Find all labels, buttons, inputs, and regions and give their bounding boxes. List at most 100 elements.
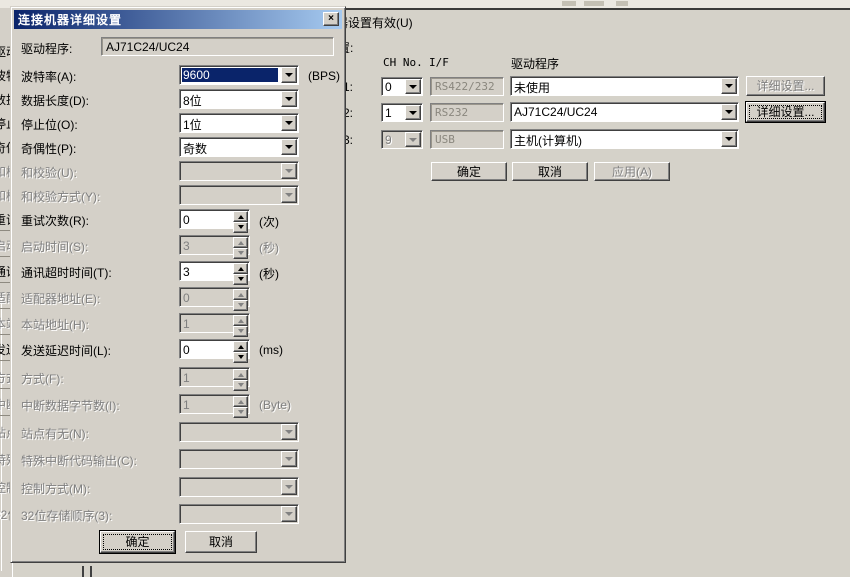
chevron-down-icon[interactable]: [721, 131, 737, 147]
field-row-send-delay-time: 发送延迟时间(L):(ms): [11, 339, 347, 359]
send-delay-time-input[interactable]: [180, 340, 232, 358]
chevron-down-icon[interactable]: [405, 79, 421, 94]
spin-up-icon: [233, 315, 248, 326]
ch1-driver-combobox[interactable]: 未使用: [510, 76, 739, 96]
ch1-number-value: 0: [382, 78, 404, 95]
baud-rate-unit: (BPS): [308, 69, 340, 83]
close-icon[interactable]: ×: [323, 12, 339, 26]
dialog-titlebar[interactable]: 连接机器详细设置 ×: [14, 10, 342, 29]
spin-down-icon: [233, 380, 248, 391]
spin-up-icon: [233, 237, 248, 248]
field-row-interrupt-data-bytes: 中断数据字节数(I): (Byte): [11, 394, 347, 414]
sum-check-method-label: 和校验方式(Y):: [21, 188, 100, 205]
spin-down-icon[interactable]: [233, 222, 248, 233]
chevron-down-icon: [405, 132, 421, 147]
field-row-storage-order-32bit: 32位存储顺序(3):: [11, 504, 347, 524]
interrupt-data-bytes-label: 中断数据字节数(I):: [21, 397, 120, 414]
spin-up-icon: [233, 289, 248, 300]
window-fragment: [584, 1, 604, 6]
field-row-adapter-address: 适配器地址(E):: [11, 287, 347, 307]
chevron-down-icon[interactable]: [721, 78, 737, 94]
retry-count-input[interactable]: [180, 210, 232, 228]
field-row-baud-rate: 波特率(A): 9600 (BPS): [11, 65, 347, 85]
ch3-driver-value: 主机(计算机): [511, 130, 720, 148]
stop-bit-combobox[interactable]: 1位: [179, 113, 299, 133]
sum-check-combobox: [179, 161, 299, 181]
chevron-down-icon[interactable]: [405, 105, 421, 120]
ch3-driver-combobox[interactable]: 主机(计算机): [510, 129, 739, 149]
interrupt-data-bytes-spinner: [179, 394, 250, 414]
spin-down-icon: [233, 407, 248, 418]
dialog-ok-button[interactable]: 确定: [100, 531, 175, 553]
ch2-driver-combobox[interactable]: AJ71C24/UC24: [510, 102, 739, 122]
adapter-address-input: [180, 288, 232, 306]
comm-timeout-unit: (秒): [259, 265, 279, 282]
data-length-label: 数据长度(D):: [21, 92, 89, 109]
window-fragment: [562, 1, 576, 6]
baud-rate-combobox[interactable]: 9600: [179, 65, 299, 85]
spin-up-icon[interactable]: [233, 263, 248, 274]
stop-bit-label: 停止位(O):: [21, 116, 78, 133]
spin-down-icon[interactable]: [233, 274, 248, 285]
dialog-title: 连接机器详细设置: [14, 11, 122, 28]
interrupt-data-bytes-unit: (Byte): [259, 398, 291, 412]
column-header-if: I/F: [429, 56, 449, 69]
chevron-down-icon[interactable]: [281, 115, 297, 131]
chevron-down-icon[interactable]: [281, 91, 297, 107]
background-ok-button[interactable]: 确定: [431, 162, 507, 181]
ch2-detail-settings-button[interactable]: 详细设置...: [746, 102, 825, 122]
spin-up-icon[interactable]: [233, 341, 248, 352]
dialog-cancel-button[interactable]: 取消: [185, 531, 257, 553]
field-row-stop-bit: 停止位(O): 1位: [11, 113, 347, 133]
baud-rate-value: 9600: [182, 68, 278, 82]
retry-count-unit: (次): [259, 213, 279, 230]
screen: 驱动程序: 波特率(A):数据长度(D):停止位(O):奇偶性(P):和校验(U…: [0, 0, 850, 577]
parity-combobox[interactable]: 奇数: [179, 137, 299, 157]
chevron-down-icon: [281, 506, 297, 522]
spin-down-icon[interactable]: [233, 352, 248, 363]
background-window-top-border: [346, 8, 850, 10]
field-row-sum-check: 和校验(U):: [11, 161, 347, 181]
local-station-address-input: [180, 314, 232, 332]
ch1-number-combobox[interactable]: 0: [381, 77, 423, 96]
chevron-down-icon[interactable]: [721, 104, 737, 120]
driver-row: 驱动程序: AJ71C24/UC24: [11, 37, 347, 57]
ch2-number-combobox[interactable]: 1: [381, 103, 423, 122]
special-interrupt-code-output-combobox: [179, 449, 299, 469]
data-length-combobox[interactable]: 8位: [179, 89, 299, 109]
mode-spinner: [179, 367, 250, 387]
spin-up-icon[interactable]: [233, 211, 248, 222]
retry-count-spinner[interactable]: [179, 209, 250, 229]
field-row-parity: 奇偶性(P): 奇数: [11, 137, 347, 157]
spin-up-icon: [233, 369, 248, 380]
window-fragment: [82, 566, 84, 577]
chevron-down-icon[interactable]: [281, 139, 297, 155]
adapter-address-label: 适配器地址(E):: [21, 290, 100, 307]
interrupt-data-bytes-input: [180, 395, 232, 413]
storage-order-32bit-label: 32位存储顺序(3):: [21, 507, 112, 524]
ch3-number-value: 9: [382, 131, 404, 148]
comm-timeout-spinner[interactable]: [179, 261, 250, 281]
chevron-down-icon: [281, 451, 297, 467]
field-row-local-station-address: 本站地址(H):: [11, 313, 347, 333]
background-cancel-button[interactable]: 取消: [512, 162, 588, 181]
spin-down-icon: [233, 300, 248, 311]
window-fragment: [90, 566, 92, 577]
startup-time-spinner: [179, 235, 250, 255]
comm-timeout-input[interactable]: [180, 262, 232, 280]
field-row-control-method: 控制方式(M):: [11, 477, 347, 497]
driver-display: AJ71C24/UC24: [101, 37, 334, 56]
parity-label: 奇偶性(P):: [21, 140, 76, 157]
baud-rate-label: 波特率(A):: [21, 68, 76, 85]
column-header-ch-no: CH No.: [383, 56, 423, 69]
ch3-number-combobox: 9: [381, 130, 423, 149]
sum-check-method-combobox: [179, 185, 299, 205]
chevron-down-icon[interactable]: [281, 67, 297, 83]
local-station-address-label: 本站地址(H):: [21, 316, 89, 333]
background-apply-button: 应用(A): [594, 162, 670, 181]
send-delay-time-spinner[interactable]: [179, 339, 250, 359]
sum-check-label: 和校验(U):: [21, 164, 77, 181]
chevron-down-icon: [281, 479, 297, 495]
local-station-address-spinner: [179, 313, 250, 333]
stop-bit-value: 1位: [180, 114, 280, 132]
